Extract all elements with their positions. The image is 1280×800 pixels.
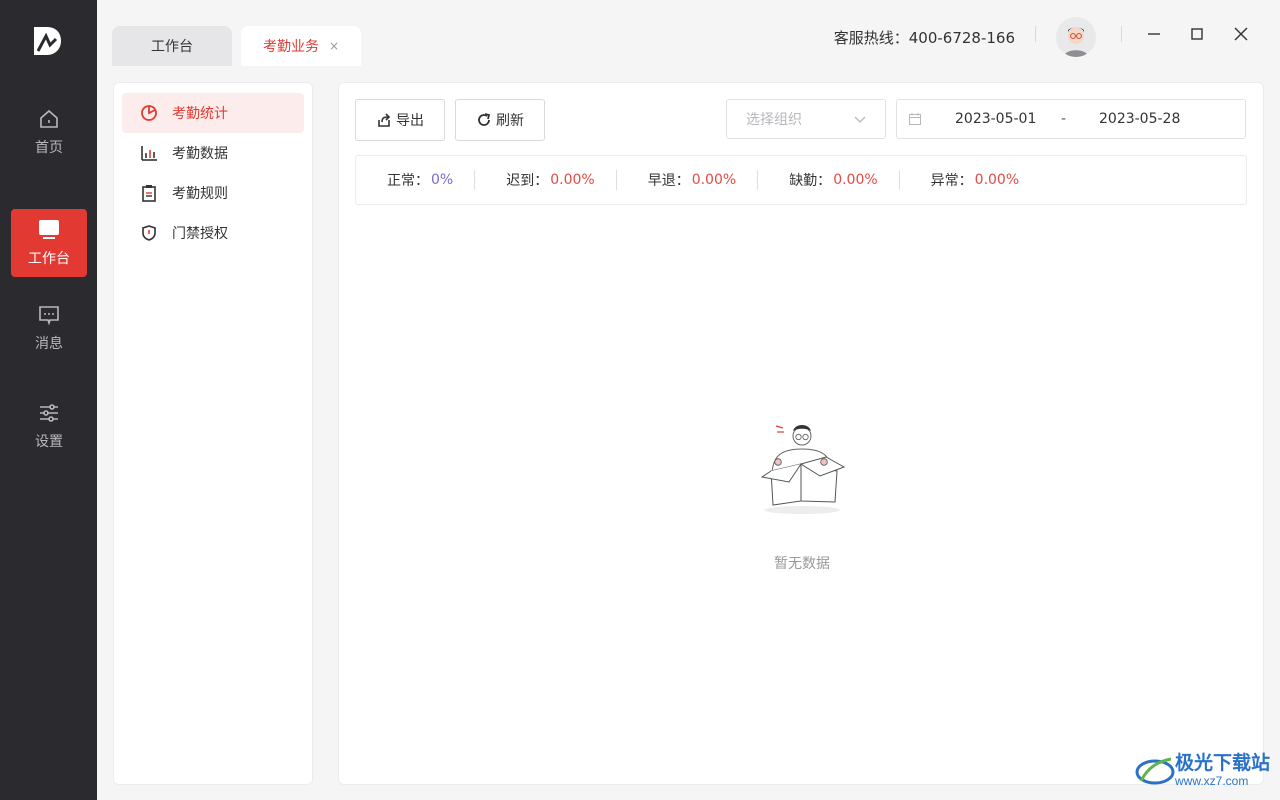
stat-late: 迟到： 0.00% [475, 170, 617, 190]
stat-abnormal: 异常： 0.00% [900, 170, 1040, 190]
main-panel: 导出 刷新 选择组织 2023-05-01 - 2023-05-28 正常： 0… [338, 82, 1264, 785]
nav-messages[interactable]: 消息 [11, 294, 87, 362]
nav-settings-label: 设置 [35, 434, 63, 450]
message-icon [39, 306, 59, 326]
stat-label: 早退： [647, 173, 690, 189]
nav-workbench[interactable]: 工作台 [11, 209, 87, 277]
divider [1121, 26, 1122, 42]
stat-absent: 缺勤： 0.00% [758, 170, 900, 190]
tab-workbench-label: 工作台 [151, 39, 193, 55]
export-label: 导出 [396, 113, 424, 129]
subnav-item-label: 考勤规则 [172, 186, 228, 202]
empty-box-illustration-icon [760, 425, 846, 514]
watermark-title: 极光下载站 [1174, 752, 1270, 774]
stat-label: 缺勤： [789, 173, 832, 189]
export-icon [378, 113, 391, 127]
content-area: 考勤统计 考勤数据 考勤规则 门禁授权 导出 刷新 选择组织 2023-05-0… [97, 66, 1280, 800]
subnav-item-label: 考勤统计 [172, 106, 228, 122]
close-tab-icon[interactable]: × [329, 39, 339, 53]
refresh-label: 刷新 [496, 113, 524, 129]
refresh-icon [478, 113, 491, 126]
close-window-button[interactable] [1226, 20, 1256, 48]
user-avatar-icon [1056, 17, 1096, 57]
stat-label: 迟到： [506, 173, 549, 189]
stat-value: 0.00% [691, 172, 737, 188]
attendance-subnav: 考勤统计 考勤数据 考勤规则 门禁授权 [113, 82, 313, 785]
maximize-icon [1191, 28, 1203, 40]
date-separator: - [1061, 111, 1067, 127]
organization-select-placeholder: 选择组织 [746, 112, 802, 128]
stat-value: 0.00% [833, 172, 878, 188]
nav-home-label: 首页 [35, 140, 63, 156]
monitor-icon [39, 220, 59, 239]
watermark-logo-icon [1135, 757, 1175, 785]
subnav-item-access[interactable]: 门禁授权 [122, 213, 304, 253]
stat-normal: 正常： 0% [356, 170, 476, 190]
shield-icon [142, 225, 156, 241]
divider [1035, 26, 1036, 42]
minimize-icon [1148, 33, 1160, 35]
app-sidebar: 首页 工作台 消息 设置 [0, 0, 97, 800]
chevron-down-icon [854, 116, 866, 123]
pie-chart-icon [141, 105, 157, 121]
date-range-picker[interactable]: 2023-05-01 - 2023-05-28 [896, 99, 1246, 139]
stat-value: 0.00% [974, 172, 1020, 188]
stat-early-leave: 早退： 0.00% [617, 170, 759, 190]
app-logo [34, 27, 61, 55]
stat-value: 0% [431, 172, 454, 188]
site-watermark: 极光下载站 www.xz7.com [1135, 752, 1270, 788]
empty-state-text: 暂无数据 [774, 556, 830, 572]
minimize-button[interactable] [1139, 20, 1169, 48]
stat-label: 正常： [387, 173, 429, 189]
bar-chart-icon [141, 146, 157, 161]
nav-settings[interactable]: 设置 [11, 392, 87, 460]
tab-attendance[interactable]: 考勤业务 × [241, 26, 361, 66]
subnav-item-label: 门禁授权 [172, 226, 228, 242]
date-start-input[interactable]: 2023-05-01 [955, 111, 1036, 127]
sliders-icon [40, 404, 58, 422]
subnav-item-data[interactable]: 考勤数据 [122, 133, 304, 173]
subnav-item-label: 考勤数据 [172, 146, 228, 162]
nav-home[interactable]: 首页 [11, 98, 87, 166]
tab-workbench[interactable]: 工作台 [112, 26, 232, 66]
home-icon [40, 109, 58, 128]
subnav-item-statistics[interactable]: 考勤统计 [122, 93, 304, 133]
maximize-button[interactable] [1182, 20, 1212, 48]
title-bar: 工作台 考勤业务 × 客服热线：400-6728-166 [97, 0, 1280, 66]
stat-label: 异常： [930, 173, 973, 189]
export-button[interactable]: 导出 [355, 99, 445, 141]
organization-select[interactable]: 选择组织 [726, 99, 886, 139]
subnav-item-rules[interactable]: 考勤规则 [122, 173, 304, 213]
nav-workbench-label: 工作台 [28, 251, 70, 267]
attendance-stats-bar: 正常： 0% 迟到： 0.00% 早退： 0.00% 缺勤： 0.00% 异常：… [355, 155, 1247, 205]
watermark-url: www.xz7.com [1174, 773, 1249, 788]
nav-messages-label: 消息 [35, 336, 63, 352]
close-icon [1234, 27, 1248, 41]
stat-value: 0.00% [550, 172, 595, 188]
tab-attendance-label: 考勤业务 [262, 39, 319, 55]
avatar[interactable] [1056, 17, 1096, 57]
clipboard-icon [142, 185, 156, 202]
calendar-icon [909, 113, 921, 125]
refresh-button[interactable]: 刷新 [455, 99, 545, 141]
hotline-text: 客服热线：400-6728-166 [833, 29, 1015, 47]
date-end-input[interactable]: 2023-05-28 [1099, 111, 1180, 127]
